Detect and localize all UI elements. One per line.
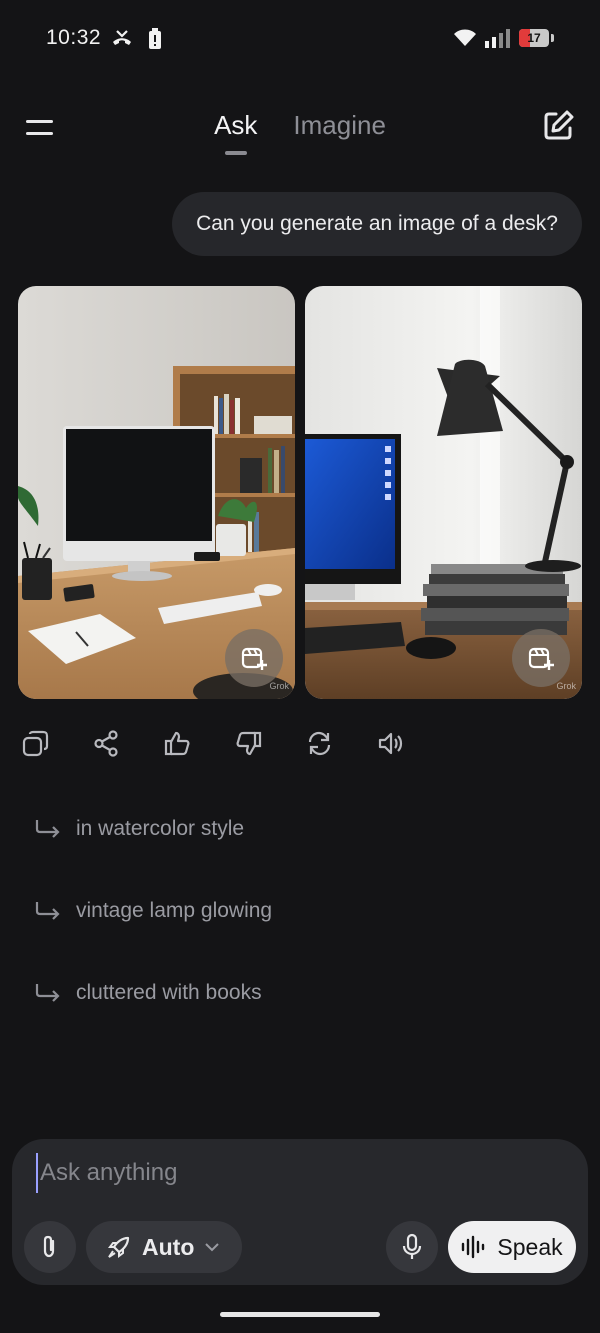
speak-button[interactable]: Speak xyxy=(448,1221,576,1273)
app-header: Ask Imagine xyxy=(0,96,600,166)
read-aloud-button[interactable] xyxy=(377,726,404,761)
status-time: 10:32 xyxy=(46,26,102,49)
generated-images: Grok Grok xyxy=(18,286,582,699)
tab-imagine[interactable]: Imagine xyxy=(293,110,386,155)
microphone-button[interactable] xyxy=(386,1221,438,1273)
copy-icon xyxy=(22,730,49,757)
tab-ask[interactable]: Ask xyxy=(214,110,257,155)
new-chat-button[interactable] xyxy=(540,108,576,144)
thumbs-up-icon xyxy=(164,731,190,756)
status-system-icons: 17 xyxy=(453,28,554,48)
battery-alert-icon xyxy=(149,28,161,49)
regenerate-icon xyxy=(308,731,331,756)
edit-image-button[interactable] xyxy=(225,629,283,687)
paperclip-icon xyxy=(43,1235,55,1258)
share-button[interactable] xyxy=(93,726,120,761)
signal-icon xyxy=(485,29,510,48)
app-screen: 10:32 17 Ask Imagine Can you generate an… xyxy=(0,0,600,1333)
chevron-down-icon xyxy=(205,1243,220,1252)
attach-button[interactable] xyxy=(24,1221,76,1273)
mode-tabs: Ask Imagine xyxy=(0,110,600,155)
return-arrow-icon xyxy=(35,820,60,838)
generated-image-1[interactable]: Grok xyxy=(18,286,295,699)
return-arrow-icon xyxy=(35,984,60,1002)
generated-image-2[interactable]: Grok xyxy=(305,286,582,699)
image-edit-icon xyxy=(241,647,267,670)
user-message-bubble: Can you generate an image of a desk? xyxy=(172,192,582,256)
suggestion-item[interactable]: in watercolor style xyxy=(34,806,272,852)
status-bar: 10:32 17 xyxy=(0,0,600,80)
suggestion-text: cluttered with books xyxy=(76,981,262,1004)
copy-button[interactable] xyxy=(22,726,49,761)
follow-up-suggestions: in watercolor style vintage lamp glowing… xyxy=(34,806,272,1052)
thumbs-up-button[interactable] xyxy=(164,726,191,761)
share-icon xyxy=(94,730,118,757)
speaker-icon xyxy=(378,732,403,755)
mode-label: Auto xyxy=(142,1233,195,1260)
edit-image-button[interactable] xyxy=(512,629,570,687)
voice-waveform-icon xyxy=(462,1235,485,1259)
battery-icon: 17 xyxy=(519,29,549,47)
home-indicator[interactable] xyxy=(220,1312,380,1317)
thumbs-down-icon xyxy=(236,731,262,756)
mode-selector[interactable]: Auto xyxy=(86,1221,242,1273)
speak-label: Speak xyxy=(497,1233,563,1260)
missed-call-icon xyxy=(113,30,131,45)
suggestion-text: vintage lamp glowing xyxy=(76,899,273,922)
return-arrow-icon xyxy=(35,902,60,920)
status-notification-icons xyxy=(110,28,162,50)
message-input[interactable] xyxy=(36,1153,556,1193)
grok-watermark: Grok xyxy=(269,681,289,691)
regenerate-button[interactable] xyxy=(306,726,333,761)
suggestion-text: in watercolor style xyxy=(76,817,245,840)
rocket-icon xyxy=(108,1236,130,1258)
suggestion-item[interactable]: vintage lamp glowing xyxy=(34,888,272,934)
message-composer: Auto Speak xyxy=(12,1139,588,1285)
image-edit-icon xyxy=(528,647,554,670)
microphone-icon xyxy=(402,1233,422,1259)
response-actions xyxy=(22,726,404,761)
suggestion-item[interactable]: cluttered with books xyxy=(34,970,272,1016)
wifi-icon xyxy=(454,29,476,46)
battery-level: 17 xyxy=(527,31,541,45)
thumbs-down-button[interactable] xyxy=(235,726,262,761)
edit-icon xyxy=(544,110,574,140)
grok-watermark: Grok xyxy=(556,681,576,691)
